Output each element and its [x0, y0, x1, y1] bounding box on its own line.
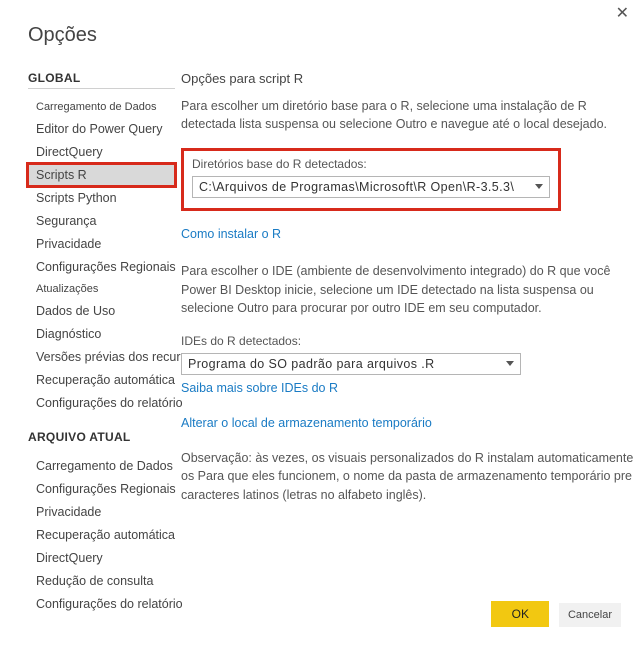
sidebar-item-diagnostics[interactable]: Diagnóstico	[28, 323, 175, 345]
sidebar-item-preview-features[interactable]: Versões prévias dos recursos	[28, 346, 175, 368]
sidebar-item-r-scripts[interactable]: Scripts R	[28, 164, 175, 186]
chevron-down-icon	[506, 361, 514, 366]
sidebar-item-query-reduction[interactable]: Redução de consulta	[28, 570, 175, 592]
close-icon[interactable]: ✕	[616, 6, 629, 22]
options-dialog: ✕ Opções GLOBAL Carregamento de Dados Ed…	[0, 0, 639, 649]
main-pane: Opções para script R Para escolher um di…	[175, 67, 639, 519]
pane-heading: Opções para script R	[181, 69, 639, 89]
ide-select[interactable]: Programa do SO padrão para arquivos .R	[181, 353, 521, 375]
sidebar-item-data-load-global[interactable]: Carregamento de Dados	[28, 97, 175, 117]
sidebar-header-global: GLOBAL	[28, 71, 175, 89]
r-intro-text: Para escolher um diretório base para o R…	[181, 97, 639, 135]
sidebar-item-report-settings-global[interactable]: Configurações do relatório	[28, 392, 175, 414]
sidebar-item-regional-file[interactable]: Configurações Regionais	[28, 478, 175, 500]
cancel-button[interactable]: Cancelar	[559, 603, 621, 627]
ide-learn-more-link[interactable]: Saiba mais sobre IDEs do R	[181, 379, 338, 398]
sidebar-item-auto-recovery-global[interactable]: Recuperação automática	[28, 369, 175, 391]
sidebar-item-updates[interactable]: Atualizações	[28, 279, 175, 299]
sidebar-item-python-scripts[interactable]: Scripts Python	[28, 187, 175, 209]
temp-storage-link[interactable]: Alterar o local de armazenamento temporá…	[181, 414, 432, 433]
sidebar-item-directquery-file[interactable]: DirectQuery	[28, 547, 175, 569]
sidebar-item-directquery-global[interactable]: DirectQuery	[28, 141, 175, 163]
sidebar-item-power-query[interactable]: Editor do Power Query	[28, 118, 175, 140]
chevron-down-icon	[535, 184, 543, 189]
sidebar-item-security[interactable]: Segurança	[28, 210, 175, 232]
sidebar-item-regional-global[interactable]: Configurações Regionais	[28, 256, 175, 278]
dialog-title: Opções	[28, 24, 639, 47]
r-dirs-select[interactable]: C:\Arquivos de Programas\Microsoft\R Ope…	[192, 176, 550, 198]
sidebar-item-auto-recovery-file[interactable]: Recuperação automática	[28, 524, 175, 546]
sidebar-header-current-file: ARQUIVO ATUAL	[28, 430, 175, 447]
ide-label: IDEs do R detectados:	[181, 332, 639, 350]
sidebar-item-usage-data[interactable]: Dados de Uso	[28, 300, 175, 322]
temp-storage-note: Observação: às vezes, os visuais persona…	[181, 449, 639, 505]
r-dirs-value: C:\Arquivos de Programas\Microsoft\R Ope…	[199, 180, 514, 194]
sidebar-item-privacy-global[interactable]: Privacidade	[28, 233, 175, 255]
sidebar-item-report-settings-file[interactable]: Configurações do relatório	[28, 593, 175, 615]
ide-value: Programa do SO padrão para arquivos .R	[188, 357, 435, 371]
sidebar-item-data-load-file[interactable]: Carregamento de Dados	[28, 455, 175, 477]
ok-button[interactable]: OK	[491, 601, 549, 627]
install-r-link[interactable]: Como instalar o R	[181, 225, 281, 244]
r-home-highlight: Diretórios base do R detectados: C:\Arqu…	[181, 148, 561, 211]
dialog-footer: OK Cancelar	[485, 601, 621, 627]
sidebar-item-privacy-file[interactable]: Privacidade	[28, 501, 175, 523]
sidebar: GLOBAL Carregamento de Dados Editor do P…	[0, 67, 175, 616]
r-dirs-label: Diretórios base do R detectados:	[192, 155, 550, 173]
ide-intro-text: Para escolher o IDE (ambiente de desenvo…	[181, 262, 639, 318]
